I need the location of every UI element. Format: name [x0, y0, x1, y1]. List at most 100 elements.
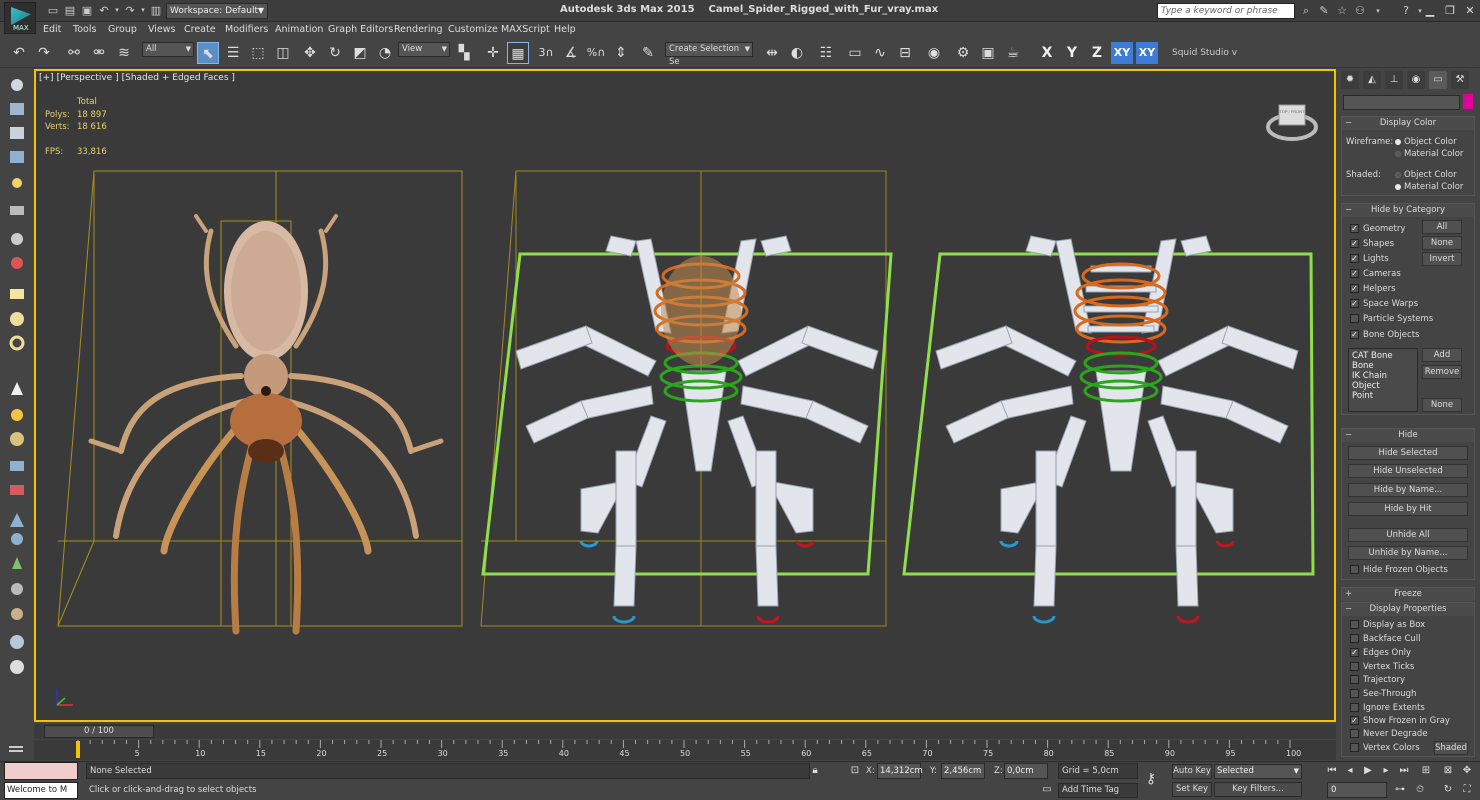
hide-selected-button[interactable]: Hide Selected [1348, 446, 1468, 460]
shapes-checkbox[interactable]: ✓ [1350, 239, 1359, 248]
menu-graph-editors[interactable]: Graph Editors [328, 24, 393, 35]
pivot-center-icon[interactable]: ▚ [453, 42, 475, 64]
vertex-ticks-checkbox[interactable] [1350, 662, 1359, 671]
close-button[interactable]: ✕ [1460, 3, 1480, 18]
time-slider-handle[interactable]: 0 / 100 [44, 725, 154, 738]
menu-help[interactable]: Help [554, 24, 576, 35]
hide-unselected-button[interactable]: Hide Unselected [1348, 464, 1468, 478]
tab-display[interactable]: ▭ [1429, 71, 1447, 89]
curve-editor-icon[interactable]: ∿ [869, 42, 891, 64]
mirror-icon[interactable]: ⇹ [761, 42, 783, 64]
shaded-button[interactable]: Shaded [1434, 741, 1468, 755]
named-selection-dropdown[interactable]: Create Selection Se ▼ [665, 42, 753, 67]
go-to-end-icon[interactable]: ⏭ [1397, 764, 1411, 778]
keyboard-shortcut-override-icon[interactable]: ▦ [507, 42, 529, 64]
select-and-place-icon[interactable]: ◔ [374, 42, 396, 64]
hide-header[interactable]: − Hide [1342, 429, 1474, 442]
menu-animation[interactable]: Animation [275, 24, 323, 35]
menu-group[interactable]: Group [108, 24, 137, 35]
x-coord-field[interactable]: 14,312cm [877, 763, 923, 779]
key-mode-dropdown[interactable]: Selected ▼ [1214, 764, 1302, 779]
absolute-mode-icon[interactable]: ⊡ [848, 764, 862, 778]
unhide-by-name-button[interactable]: Unhide by Name... [1348, 546, 1468, 560]
select-object-icon[interactable]: ⬉ [197, 42, 219, 64]
menu-maxscript[interactable]: MAXScript [501, 24, 550, 35]
wireframe-material-color-label[interactable]: Material Color [1404, 149, 1463, 159]
spinner-snap-icon[interactable]: ⇕ [610, 42, 632, 64]
list-none-button[interactable]: None [1422, 398, 1462, 412]
previous-frame-icon[interactable]: ◂ [1343, 764, 1357, 778]
search-icon[interactable]: ⌕ [1298, 4, 1314, 18]
shaded-material-color-radio[interactable] [1395, 184, 1401, 190]
object-color-swatch[interactable] [1463, 94, 1473, 109]
cameras-checkbox[interactable]: ✓ [1350, 269, 1359, 278]
workspace-dropdown[interactable]: Workspace: Default ▼ [166, 3, 268, 19]
time-slider[interactable]: 0 / 100 [34, 724, 1336, 739]
maximize-viewport-icon[interactable]: ⛶ [1460, 783, 1474, 797]
show-frozen-in-gray-checkbox[interactable]: ✓ [1350, 716, 1359, 725]
shaded-object-color-label[interactable]: Object Color [1404, 170, 1457, 180]
key-mode-toggle-icon[interactable]: ⊶ [1393, 783, 1407, 797]
shaded-object-color-radio[interactable] [1395, 172, 1401, 178]
maxscript-listener[interactable]: Welcome to M [4, 782, 78, 799]
menu-views[interactable]: Views [148, 24, 176, 35]
hide-by-name-button[interactable]: Hide by Name... [1348, 483, 1468, 497]
hide-by-hit-button[interactable]: Hide by Hit [1348, 502, 1468, 516]
viewport-menu-label[interactable]: [+] [39, 73, 54, 83]
select-by-name-icon[interactable]: ☰ [222, 42, 244, 64]
zoom-extents-icon[interactable]: ⊞ [1419, 764, 1433, 778]
maximize-button[interactable]: ❐ [1440, 3, 1460, 18]
remove-button[interactable]: Remove [1422, 365, 1462, 379]
display-as-box-checkbox[interactable] [1350, 620, 1359, 629]
time-configuration-icon[interactable]: ⏲ [1413, 783, 1427, 797]
tab-hierarchy[interactable]: ⊥ [1385, 71, 1403, 89]
set-key-button[interactable]: Set Key [1172, 782, 1212, 797]
redo-icon[interactable]: ↷ [33, 42, 55, 64]
current-frame-field[interactable]: 0 [1327, 782, 1387, 798]
pan-view-icon[interactable]: ✥ [1460, 764, 1474, 778]
viewcube[interactable]: TOP / FRONT [1266, 99, 1318, 145]
axis-z-button[interactable]: Z [1086, 42, 1108, 64]
z-coord-field[interactable]: 0,0cm [1004, 763, 1048, 779]
reference-coordinate-dropdown[interactable]: View ▼ [398, 42, 450, 57]
current-frame-marker[interactable] [76, 741, 80, 758]
all-button[interactable]: All [1422, 220, 1462, 234]
viewport-label[interactable]: [+] [Perspective ] [Shaded + Edged Faces ] [39, 73, 238, 83]
tab-create[interactable]: ✹ [1341, 71, 1359, 89]
render-setup-icon[interactable]: ⚙ [952, 42, 974, 64]
rendered-frame-window-icon[interactable]: ▣ [977, 42, 999, 64]
shaded-material-color-label[interactable]: Material Color [1404, 182, 1463, 192]
axis-xy-button[interactable]: XY [1111, 42, 1133, 64]
angle-snap-icon[interactable]: ∡ [560, 42, 582, 64]
display-properties-header[interactable]: − Display Properties [1342, 603, 1474, 616]
menu-edit[interactable]: Edit [43, 24, 61, 35]
undo-icon[interactable]: ↶ [8, 42, 30, 64]
tab-modify[interactable]: ◭ [1363, 71, 1381, 89]
menu-rendering[interactable]: Rendering [394, 24, 443, 35]
edit-named-selection-icon[interactable]: ✎ [637, 42, 659, 64]
mini-curve-editor-icon[interactable] [8, 744, 24, 756]
lock-selection-icon[interactable]: 🔒︎ [808, 764, 822, 778]
select-and-manipulate-icon[interactable]: ✛ [482, 42, 504, 64]
user-dropdown-icon[interactable]: ▾ [1370, 4, 1386, 18]
track-bar[interactable]: 5 10 15 20 25 30 35 40 45 50 55 60 65 70 75 80 85 90 95 100 [34, 740, 1336, 760]
trajectory-checkbox[interactable] [1350, 675, 1359, 684]
user-icon[interactable]: ⚇ [1352, 4, 1368, 18]
category-list[interactable]: CAT Bone Bone IK Chain Object Point [1348, 348, 1418, 412]
lights-checkbox[interactable]: ✓ [1350, 254, 1359, 263]
open-file-icon[interactable]: ▤ [63, 4, 77, 17]
favorites-star-icon[interactable]: ☆ [1334, 4, 1350, 18]
add-button[interactable]: Add [1422, 348, 1462, 362]
new-scene-icon[interactable]: ▭ [46, 4, 60, 17]
list-item[interactable]: IK Chain Object [1352, 371, 1414, 391]
backface-cull-checkbox[interactable] [1350, 634, 1359, 643]
axis-x-button[interactable]: X [1036, 42, 1058, 64]
link-icon[interactable]: ⚯ [63, 42, 85, 64]
key-filters-button[interactable]: Key Filters... [1214, 782, 1302, 797]
axis-xy-constraint-button[interactable]: XY [1136, 42, 1158, 64]
wireframe-object-color-label[interactable]: Object Color [1404, 137, 1457, 147]
window-crossing-icon[interactable]: ◫ [272, 42, 294, 64]
y-coord-field[interactable]: 2,456cm [941, 763, 985, 779]
display-color-header[interactable]: − Display Color [1342, 117, 1474, 130]
project-folder-icon[interactable]: ▥ [149, 4, 163, 17]
